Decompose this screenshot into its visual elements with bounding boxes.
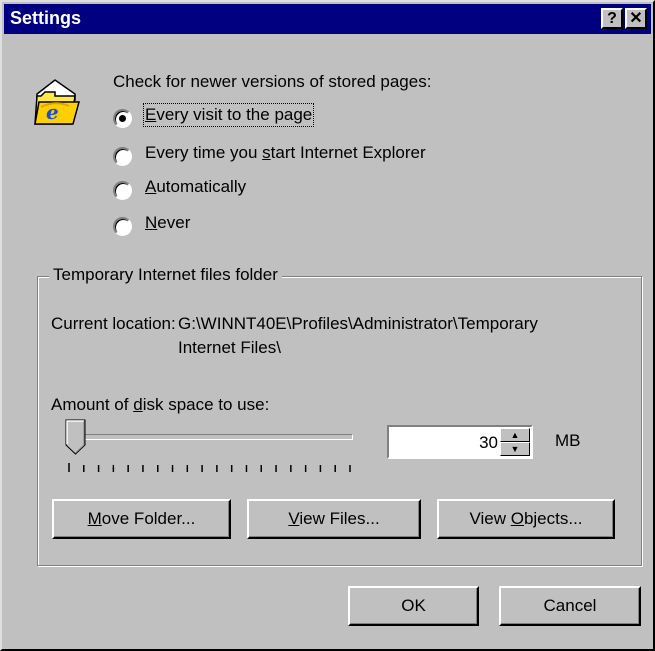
location-label: Current location:: [51, 314, 176, 333]
ie-folder-icon: e: [34, 79, 80, 125]
check-heading: Check for newer versions of stored pages…: [113, 72, 432, 91]
radio-icon[interactable]: [113, 181, 132, 200]
size-unit-label: MB: [555, 431, 581, 450]
help-button[interactable]: ?: [601, 8, 623, 29]
temp-files-legend: Temporary Internet files folder: [49, 265, 282, 285]
disk-space-slider-thumb[interactable]: [65, 419, 87, 456]
close-button[interactable]: ✕: [625, 8, 647, 29]
cancel-button[interactable]: Cancel: [499, 586, 641, 626]
move-folder-button[interactable]: Move Folder...: [52, 499, 231, 539]
location-path-line1: G:\WINNT40E\Profiles\Administrator\Tempo…: [178, 314, 538, 333]
spin-down-icon[interactable]: ▼: [500, 442, 530, 456]
check-option-label[interactable]: Every time you start Internet Explorer: [145, 143, 426, 163]
disk-size-spinner: ▲ ▼: [500, 428, 530, 456]
ok-button[interactable]: OK: [348, 586, 479, 626]
radio-icon[interactable]: [113, 217, 132, 236]
location-path-line2: Internet Files\: [178, 338, 281, 357]
title-bar[interactable]: Settings ? ✕: [4, 4, 651, 34]
disk-size-input[interactable]: 30 ▲ ▼: [387, 425, 533, 459]
check-option-label[interactable]: Never: [145, 213, 190, 233]
disk-space-label: Amount of disk space to use:: [51, 395, 270, 414]
window-title: Settings: [10, 8, 82, 28]
radio-selected-icon[interactable]: [113, 109, 132, 128]
disk-space-slider-track[interactable]: [68, 434, 353, 440]
disk-size-value: 30: [479, 433, 498, 452]
check-option-label[interactable]: Automatically: [145, 177, 246, 197]
view-files-button[interactable]: View Files...: [247, 499, 421, 539]
radio-icon[interactable]: [113, 147, 132, 166]
slider-ticks: [68, 463, 351, 472]
check-option-label[interactable]: Every visit to the page: [142, 103, 315, 127]
spin-up-icon[interactable]: ▲: [500, 428, 530, 442]
view-objects-button[interactable]: View Objects...: [437, 499, 615, 539]
